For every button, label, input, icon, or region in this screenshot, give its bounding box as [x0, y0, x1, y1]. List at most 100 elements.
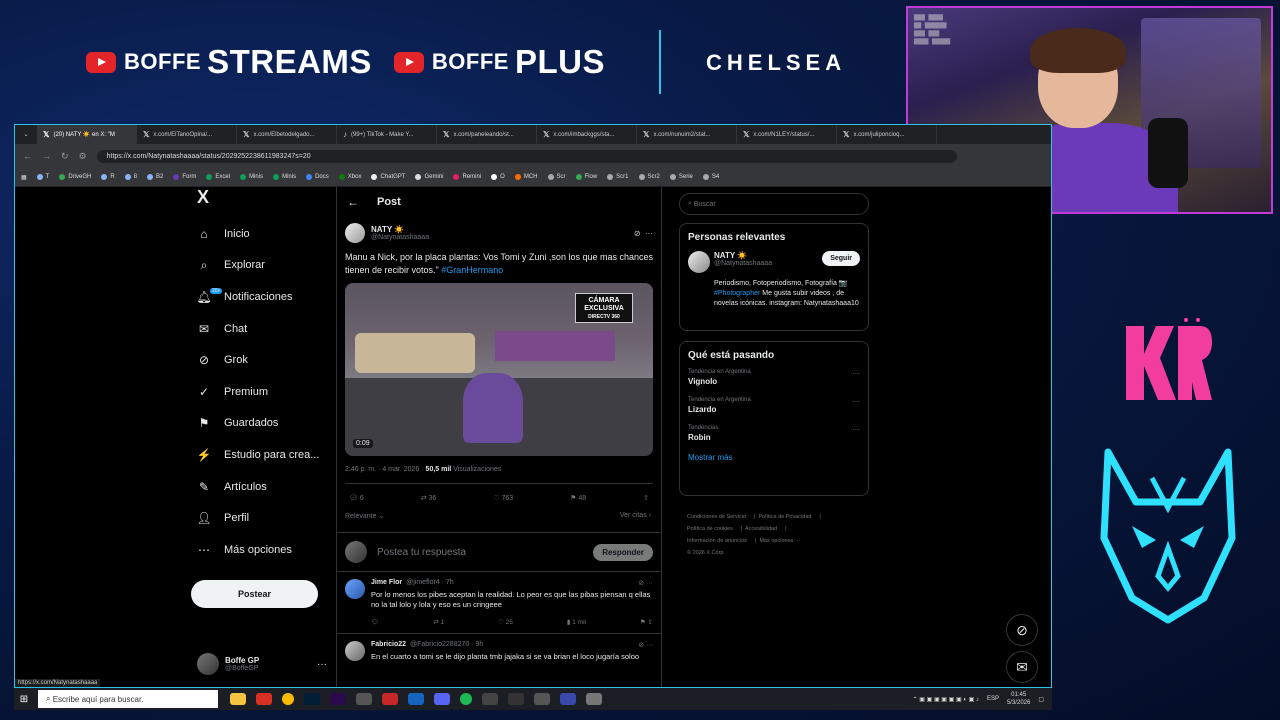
taskbar-search-input[interactable]: ⌕ Escribe aquí para buscar. [38, 690, 218, 708]
steam-icon[interactable] [408, 693, 424, 705]
bookmark-item[interactable]: 8 [124, 174, 137, 180]
back-arrow-icon[interactable]: ← [347, 195, 359, 209]
discord-icon[interactable] [434, 693, 450, 705]
avatar[interactable] [688, 251, 710, 273]
sort-dropdown[interactable]: Relevante ⌄ [345, 512, 384, 520]
app-icon[interactable] [534, 693, 550, 705]
footer-link[interactable]: Más opciones ··· [759, 538, 800, 544]
notification-icon[interactable]: ▢ [1038, 696, 1044, 703]
bookmark-action[interactable]: ⚑ 48 [570, 494, 586, 502]
nav-profile[interactable]: 👤︎ Perfil [190, 502, 340, 534]
reply-button[interactable]: Responder [593, 543, 653, 561]
bookmark-item[interactable]: Serie [669, 174, 693, 180]
forward-icon[interactable]: → [42, 151, 51, 161]
bookmark-item[interactable]: Scr1 [607, 174, 629, 180]
repost-action[interactable]: ⇄ 36 [421, 494, 437, 502]
avatar[interactable] [345, 223, 365, 243]
more-icon[interactable]: ··· [852, 369, 860, 386]
nav-chat[interactable]: ✉ Chat [190, 313, 340, 345]
app-icon[interactable] [508, 693, 524, 705]
bookmark-item[interactable]: O [491, 174, 505, 180]
nav-creator-studio[interactable]: ⚡ Estudio para crea... [190, 439, 340, 471]
nav-bookmarks[interactable]: ⚑ Guardados [190, 408, 340, 440]
more-icon[interactable]: ⊘ ··· [638, 579, 653, 587]
quotes-link[interactable]: Ver citas › [620, 512, 651, 520]
bookmark-item[interactable]: Scr2 [638, 174, 660, 180]
bookmark-item[interactable]: MCH [514, 174, 538, 180]
nav-notifications[interactable]: 20+ 🔔︎ Notificaciones [190, 281, 340, 313]
hashtag-link[interactable]: #GranHermano [441, 265, 503, 275]
account-switcher[interactable]: Boffe GP @BoffeGP ··· [197, 653, 327, 675]
browser-tab[interactable]: 𝕏x.com/juliponcioq... [837, 125, 937, 144]
post-button[interactable]: Postear [191, 580, 318, 608]
browser-tab[interactable]: 𝕏x.com/paneleando/st... [437, 125, 537, 144]
browser-tab[interactable]: 𝕏x.com/imbackggs/sta... [537, 125, 637, 144]
nav-grok[interactable]: ⊘ Grok [190, 344, 340, 376]
nav-more[interactable]: ⋯ Más opciones [190, 534, 340, 566]
trend-item[interactable]: Tendencia en Argentina Lizardo ··· [688, 397, 860, 414]
avatar[interactable] [345, 641, 365, 661]
bookmark-item[interactable]: Flow [575, 174, 597, 180]
bookmark-item[interactable]: Minis [240, 174, 263, 180]
trend-item[interactable]: Tendencias Robin ··· [688, 425, 860, 442]
reply-input[interactable]: Postea tu respuesta [377, 547, 466, 558]
bookmark-item[interactable]: Docs [306, 174, 329, 180]
bookmark-item[interactable]: B2 [147, 174, 163, 180]
bookmark-item[interactable]: ChatGPT [371, 174, 405, 180]
post-video[interactable]: CÁMARA EXCLUSIVA DIRECTV 360 0:09 [345, 283, 653, 456]
tray-icons[interactable]: ⌃ ▣ ▣ ▣ ▣ ▣ ▣ ◐ ▣ ♪ [913, 696, 979, 703]
grok-icon[interactable]: ⊘ [1006, 614, 1038, 646]
bookmark-item[interactable]: Remini [453, 174, 481, 180]
site-info-icon[interactable]: ⚙ [79, 151, 87, 162]
browser-tab[interactable]: ♪ (99+) TikTok - Make Y... [337, 125, 437, 144]
footer-link[interactable]: Política de cookies [687, 526, 733, 532]
bookmark-item[interactable]: Minis [273, 174, 296, 180]
bookmark-item[interactable]: R [101, 174, 115, 180]
bookmark-item[interactable]: S4 [702, 174, 719, 180]
like-action[interactable]: ♡ 763 [493, 494, 513, 502]
avatar[interactable] [345, 579, 365, 599]
chrome-icon[interactable] [282, 693, 294, 705]
nav-home[interactable]: ⌂ Inicio [190, 218, 340, 250]
app-icon[interactable] [356, 693, 372, 705]
mail-icon[interactable]: ✉ [1006, 651, 1038, 683]
premiere-icon[interactable] [330, 693, 346, 705]
bookmark-item[interactable]: Xbox [338, 174, 361, 180]
share-icon[interactable]: ⇪ [643, 494, 649, 502]
bookmark-item[interactable]: DriveGH [59, 174, 91, 180]
file-explorer-icon[interactable] [230, 693, 246, 705]
author-handle[interactable]: @Natynatashaaaa [371, 234, 429, 241]
more-icon[interactable]: ⊘ ··· [638, 641, 653, 649]
bookmark-share[interactable]: ⚑ ⇪ [640, 618, 653, 626]
reply-action[interactable]: 💬︎ [371, 618, 379, 626]
apps-icon[interactable]: ▦ [21, 174, 27, 181]
user-name[interactable]: NATY ☀️ [714, 251, 772, 260]
url-input[interactable]: https://x.com/Natynatashaaaa/status/2029… [96, 149, 957, 163]
footer-link[interactable]: Información de anuncios [687, 538, 747, 544]
nav-articles[interactable]: ✎ Artículos [190, 471, 340, 503]
reload-icon[interactable]: ↻ [61, 151, 69, 162]
bookmark-item[interactable]: Gemini [415, 174, 443, 180]
reply-action[interactable]: 💬︎ 6 [349, 494, 364, 502]
footer-link[interactable]: Política de Privacidad [759, 514, 812, 520]
browser-tab[interactable]: 𝕏x.com/N1LEY/status/... [737, 125, 837, 144]
show-more-link[interactable]: Mostrar más [688, 453, 860, 462]
app-icon[interactable] [560, 693, 576, 705]
browser-tab[interactable]: 𝕏 (20) NATY ☀️ en X: "M [37, 125, 137, 144]
app-icon[interactable] [382, 693, 398, 705]
app-icon[interactable] [482, 693, 498, 705]
browser-tab[interactable]: 𝕏x.com/Elbetodelgado... [237, 125, 337, 144]
back-icon[interactable]: ← [23, 151, 32, 161]
repost-action[interactable]: ⇄ 1 [433, 618, 444, 626]
photoshop-icon[interactable] [304, 693, 320, 705]
like-action[interactable]: ♡ 25 [498, 618, 513, 626]
windows-start-icon[interactable]: ⊞ [14, 694, 34, 705]
search-input[interactable]: ⌕ Buscar [679, 193, 869, 215]
language-indicator[interactable]: ESP [987, 696, 999, 702]
x-logo[interactable]: X [197, 187, 340, 208]
app-icon[interactable] [256, 693, 272, 705]
tab-menu-icon[interactable]: ⌄ [15, 131, 37, 138]
browser-tab[interactable]: 𝕏x.com/ElTanoOpina/... [137, 125, 237, 144]
trend-item[interactable]: Tendencia en Argentina Vignolo ··· [688, 369, 860, 386]
user-handle[interactable]: @Natynatashaaaa [714, 260, 772, 267]
